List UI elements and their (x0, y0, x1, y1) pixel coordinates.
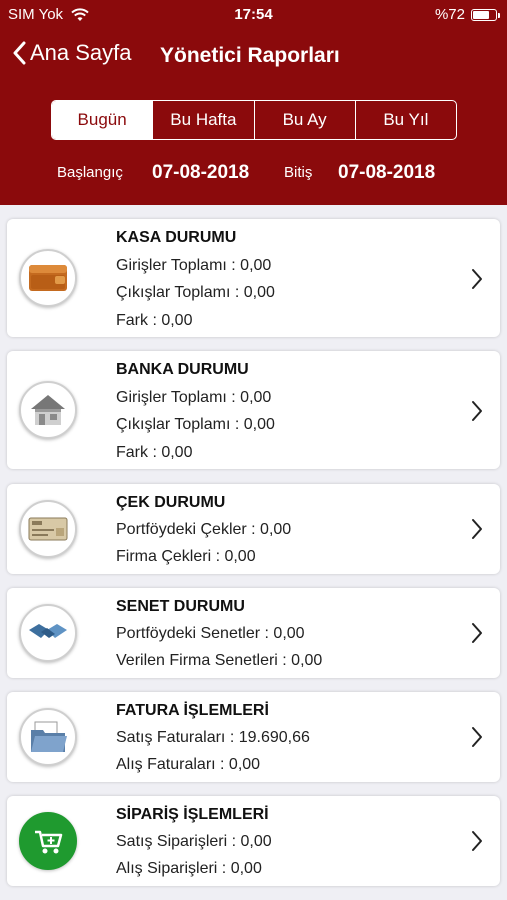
page-title: Yönetici Raporları (160, 44, 340, 67)
card-line: Girişler Toplamı : 0,00 (116, 257, 272, 274)
chevron-right-icon (472, 727, 482, 747)
card-title: FATURA İŞLEMLERİ (116, 702, 269, 719)
end-date[interactable]: 07-08-2018 (338, 160, 435, 186)
clock: 17:54 (234, 6, 273, 23)
wallet-icon (19, 249, 77, 307)
card-line: Alış Faturaları : 0,00 (116, 756, 261, 773)
card-line: Firma Çekleri : 0,00 (116, 548, 256, 565)
battery-icon (471, 8, 500, 21)
card-line: Girişler Toplamı : 0,00 (116, 389, 272, 406)
period-this-year[interactable]: Bu Yıl (354, 101, 456, 139)
folder-icon (19, 708, 77, 766)
battery-percent: %72 (434, 6, 465, 23)
invoice-operations-card[interactable]: FATURA İŞLEMLERİ Satış Faturaları : 19.6… (7, 692, 500, 782)
period-selector: Bugün Bu Hafta Bu Ay Bu Yıl (51, 100, 457, 140)
handshake-icon (19, 604, 77, 662)
card-line: Fark : 0,00 (116, 444, 193, 461)
date-range: Başlangıç 07-08-2018 Bitiş 07-08-2018 (0, 160, 507, 186)
card-title: KASA DURUMU (116, 229, 237, 246)
check-icon (19, 500, 77, 558)
start-date-label: Başlangıç (57, 164, 123, 181)
start-date[interactable]: 07-08-2018 (152, 160, 249, 186)
card-line: Satış Faturaları : 19.690,66 (116, 729, 310, 746)
cart-icon (19, 812, 77, 870)
card-title: SENET DURUMU (116, 598, 245, 615)
back-label: Ana Sayfa (30, 40, 132, 65)
back-button[interactable]: Ana Sayfa (12, 40, 132, 66)
battery-level (473, 10, 489, 19)
navigation-bar: Ana Sayfa Yönetici Raporları (0, 38, 507, 78)
chevron-right-icon (472, 831, 482, 851)
header: SIM Yok 17:54 %72 Ana Sayfa Yönetici Rap… (0, 0, 507, 205)
order-operations-card[interactable]: SİPARİŞ İŞLEMLERİ Satış Siparişleri : 0,… (7, 796, 500, 886)
period-this-month[interactable]: Bu Ay (253, 101, 355, 139)
period-today[interactable]: Bugün (52, 101, 153, 139)
chevron-left-icon (13, 41, 26, 65)
chevron-right-icon (472, 519, 482, 539)
end-date-label: Bitiş (284, 164, 313, 181)
card-line: Satış Siparişleri : 0,00 (116, 833, 272, 850)
note-status-card[interactable]: SENET DURUMU Portföydeki Senetler : 0,00… (7, 588, 500, 678)
card-line: Çıkışlar Toplamı : 0,00 (116, 416, 275, 433)
card-title: ÇEK DURUMU (116, 494, 226, 511)
card-line: Portföydeki Çekler : 0,00 (116, 521, 292, 538)
chevron-right-icon (472, 401, 482, 421)
battery-status: %72 (434, 6, 500, 23)
chevron-right-icon (472, 623, 482, 643)
bank-icon (19, 381, 77, 439)
card-title: BANKA DURUMU (116, 361, 249, 378)
status-bar: SIM Yok 17:54 %72 (0, 0, 507, 30)
card-title: SİPARİŞ İŞLEMLERİ (116, 806, 269, 823)
bank-status-card[interactable]: BANKA DURUMU Girişler Toplamı : 0,00 Çık… (7, 351, 500, 469)
period-this-week[interactable]: Bu Hafta (152, 101, 253, 139)
card-line: Verilen Firma Senetleri : 0,00 (116, 652, 323, 669)
card-line: Alış Siparişleri : 0,00 (116, 860, 262, 877)
chevron-right-icon (472, 269, 482, 289)
cash-status-card[interactable]: KASA DURUMU Girişler Toplamı : 0,00 Çıkı… (7, 219, 500, 337)
card-line: Fark : 0,00 (116, 312, 193, 329)
card-line: Portföydeki Senetler : 0,00 (116, 625, 305, 642)
card-line: Çıkışlar Toplamı : 0,00 (116, 284, 275, 301)
check-status-card[interactable]: ÇEK DURUMU Portföydeki Çekler : 0,00 Fir… (7, 484, 500, 574)
